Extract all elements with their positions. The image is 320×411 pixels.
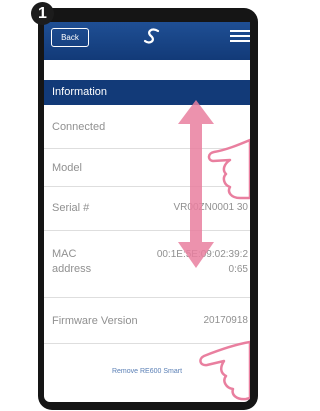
information-header: Information — [44, 80, 250, 105]
info-row-mac: MAC address 00:1E:5E:09:02:39:2 0:65 — [44, 231, 250, 298]
hamburger-menu-icon[interactable] — [230, 30, 250, 44]
row-value: 00:1E:5E:09:02:39:2 0:65 — [156, 249, 248, 275]
top-spacer — [44, 60, 250, 80]
row-value: VR00ZN0001 30 — [173, 202, 249, 213]
info-row-connected: Connected — [44, 105, 250, 149]
info-row-firmware: Firmware Version 20170918 — [44, 298, 250, 344]
row-label: Model — [52, 162, 82, 174]
row-value: 20170918 — [203, 315, 249, 326]
info-row-serial: Serial # VR00ZN0001 30 — [44, 187, 250, 231]
info-row-model: Model — [44, 149, 250, 187]
row-label: Firmware Version — [52, 315, 138, 327]
step-number-badge: 1 — [31, 2, 54, 25]
back-button[interactable]: Back — [51, 28, 89, 47]
swirl-logo-icon — [143, 28, 160, 44]
row-label: Serial # — [52, 202, 90, 214]
top-bar: Back — [44, 22, 250, 60]
remove-device-link[interactable]: Remove RE600 Smart — [44, 368, 250, 375]
app-screen: Back Information Connected Model Serial … — [44, 22, 250, 402]
row-label: MAC address — [52, 248, 92, 275]
row-label: Connected — [52, 121, 106, 133]
